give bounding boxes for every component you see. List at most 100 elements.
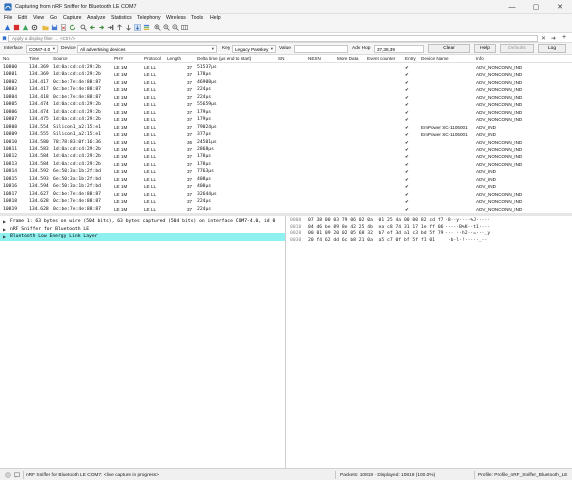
menu-wireless[interactable]: Wireless [166, 15, 186, 21]
hex-ascii[interactable]: ·b·l·!·····_·· [445, 238, 488, 243]
table-row[interactable]: 10806 134.474 1d:0a:cd:c4:29:2b LE 1M LE LL 3… [0, 108, 572, 117]
table-row[interactable]: 10807 134.475 1d:0a:cd:c4:29:2b LE 1M LE LL 3… [0, 116, 572, 124]
hex-ascii[interactable]: ·····B%K··t1···· [445, 225, 490, 230]
table-row[interactable]: 10811 134.583 1d:0a:cd:c4:29:2b LE 1M LE LL 3… [0, 145, 572, 154]
save-icon[interactable] [51, 24, 58, 31]
table-row[interactable]: 10810 134.580 78:78:83:0f:16:36 LE 1M LE LL 3… [0, 138, 572, 146]
column-header-no[interactable]: No. [3, 56, 10, 61]
column-header-info[interactable]: Info [476, 56, 484, 61]
menu-statistics[interactable]: Statistics [111, 15, 132, 21]
reload-icon[interactable] [69, 24, 76, 31]
zoom-normal-icon[interactable] [172, 24, 179, 31]
close-file-icon[interactable] [60, 24, 67, 31]
table-row[interactable]: 10814 134.592 6e:50:3a:1b:2f:bd LE 1M LE LL 3… [0, 168, 572, 176]
tree-item-nrf-sniffer[interactable]: ▶ nRF Sniffer for Bluetooth LE [0, 226, 285, 234]
help-button[interactable]: Help [474, 44, 496, 53]
value-input[interactable] [294, 45, 348, 53]
menu-capture[interactable]: Capture [63, 15, 81, 21]
display-filter-input[interactable] [8, 35, 538, 42]
column-header-more-data[interactable]: More Data [337, 56, 358, 61]
hex-bytes[interactable]: 07 38 00 03 79 06 02 0a 01 25 4a 00 00 8… [308, 218, 443, 223]
menu-help[interactable]: Help [210, 15, 221, 21]
clear-button[interactable]: Clear [428, 44, 470, 53]
column-header-event-counter[interactable]: Event counter [367, 56, 395, 61]
table-row[interactable]: 10803 134.417 0c:be:7e:4e:88:87 LE 1M LE LL 3… [0, 86, 572, 94]
column-header-entry[interactable]: Entry [405, 56, 416, 61]
capture-comment-icon[interactable] [14, 472, 20, 478]
options-gear-icon[interactable] [31, 24, 38, 31]
expert-info-icon[interactable] [5, 472, 11, 478]
close-button[interactable]: ✕ [548, 0, 572, 14]
table-row[interactable]: 10800 134.369 1d:0a:cd:c4:29:2b LE 1M LE LL 3… [0, 64, 572, 72]
column-header-source[interactable]: Source [53, 56, 68, 61]
table-row[interactable]: 10816 134.594 6e:50:3a:1b:2f:bd LE 1M LE LL 3… [0, 183, 572, 191]
hex-bytes[interactable]: 20 f4 62 dd 6c b8 21 0a a5 c7 0f bf 5f f… [308, 238, 435, 243]
table-row[interactable]: 10812 134.584 1d:0a:cd:c4:29:2b LE 1M LE LL 3… [0, 153, 572, 161]
go-last-icon[interactable] [125, 24, 132, 31]
log-button[interactable]: Log [538, 44, 566, 53]
menu-go[interactable]: Go [50, 15, 57, 21]
menu-analyze[interactable]: Analyze [87, 15, 105, 21]
find-icon[interactable] [80, 24, 87, 31]
hex-bytes[interactable]: 00 01 09 20 02 05 68 32 b7 ef 3d a1 c3 b… [308, 231, 443, 236]
interface-select[interactable]: COM7-4.0 ▾ [26, 45, 58, 53]
expand-arrow-icon[interactable]: ▶ [3, 219, 6, 224]
go-first-icon[interactable] [116, 24, 123, 31]
column-header-length[interactable]: Length [167, 56, 181, 61]
adv-hop-input[interactable]: 37,38,39 [374, 45, 424, 53]
colorize-icon[interactable] [143, 24, 150, 31]
expand-arrow-icon[interactable]: ▶ [3, 227, 6, 232]
hex-ascii[interactable]: ··· ··h2··=···_y [445, 231, 490, 236]
packet-details-pane[interactable]: ▶ Frame 1: 63 bytes on wire (504 bits), … [0, 216, 286, 468]
maximize-button[interactable]: ▢ [524, 0, 548, 14]
go-to-packet-icon[interactable] [107, 24, 114, 31]
table-row[interactable]: 10813 134.584 1d:0a:cd:c4:29:2b LE 1M LE LL 3… [0, 160, 572, 169]
key-select[interactable]: Legacy Passkey ▾ [232, 45, 276, 53]
defaults-button[interactable]: Defaults [500, 44, 534, 53]
packet-bytes-pane[interactable]: 0000 07 38 00 03 79 06 02 0a 01 25 4a 00… [287, 216, 572, 468]
table-row[interactable]: 10809 134.555 Silicon1_a2:15:e1 LE 1M LE LL 3… [0, 131, 572, 139]
filter-bookmark-icon[interactable] [2, 36, 7, 41]
go-back-icon[interactable] [89, 24, 96, 31]
column-header-device-name[interactable]: Device Name [421, 56, 449, 61]
column-header-sn[interactable]: SN [278, 56, 284, 61]
tree-item-frame[interactable]: ▶ Frame 1: 63 bytes on wire (504 bits), … [0, 218, 285, 226]
table-row[interactable]: 10801 134.369 1d:0a:cd:c4:29:2b LE 1M LE LL 3… [0, 71, 572, 79]
table-row[interactable]: 10808 134.554 Silicon1_a2:15:e1 LE 1M LE LL 3… [0, 123, 572, 131]
zoom-out-icon[interactable] [163, 24, 170, 31]
tree-item-btle-link-layer[interactable]: ▶ Bluetooth Low Energy Link Layer [0, 233, 285, 241]
menu-file[interactable]: File [4, 15, 12, 21]
table-row[interactable]: 10819 134.628 0c:be:7e:4e:88:87 LE 1M LE LL 3… [0, 205, 572, 213]
menu-edit[interactable]: Edit [18, 15, 27, 21]
go-forward-icon[interactable] [98, 24, 105, 31]
profile-status-text[interactable]: Profile: Profile_nRF_Sniffer_Bluetooth_L… [478, 473, 568, 478]
filter-clear-icon[interactable]: ✕ [541, 35, 546, 42]
restart-icon[interactable] [22, 24, 29, 31]
filter-add-button[interactable]: + [562, 34, 566, 41]
hex-ascii[interactable]: ·8··y····%J····· [445, 218, 490, 223]
minimize-button[interactable]: — [500, 0, 524, 14]
column-header-time[interactable]: Time [29, 56, 39, 61]
autoscroll-icon[interactable] [134, 24, 141, 31]
menu-view[interactable]: View [33, 15, 44, 21]
table-row[interactable]: 10802 134.417 0c:be:7e:4e:88:87 LE 1M LE LL 3… [0, 78, 572, 87]
column-header-phy[interactable]: PHY [114, 56, 123, 61]
table-row[interactable]: 10804 134.418 0c:be:7e:4e:88:87 LE 1M LE LL 3… [0, 93, 572, 102]
filter-apply-arrow-icon[interactable]: ➜ [551, 35, 556, 42]
menu-telephony[interactable]: Telephony [137, 15, 161, 21]
resize-columns-icon[interactable] [181, 24, 188, 31]
column-header-protocol[interactable]: Protocol [144, 56, 161, 61]
table-row[interactable]: 10815 134.593 6e:50:3a:1b:2f:bd LE 1M LE LL 3… [0, 175, 572, 184]
column-header-nesn[interactable]: NESN [308, 56, 321, 61]
expand-arrow-icon[interactable]: ▶ [3, 234, 6, 239]
column-header-delta[interactable]: Delta time (µs end to start) [197, 56, 251, 61]
zoom-in-icon[interactable] [154, 24, 161, 31]
shark-fin-start-icon[interactable] [4, 24, 11, 31]
device-select[interactable]: All advertising devices ▾ [77, 45, 217, 53]
hex-bytes[interactable]: 04 d6 be 89 8e 42 25 4b ea c8 74 31 17 1… [308, 225, 443, 230]
stop-icon[interactable] [13, 24, 20, 31]
open-folder-icon[interactable] [42, 24, 49, 31]
table-row[interactable]: 10805 134.474 1d:0a:cd:c4:29:2b LE 1M LE LL 3… [0, 101, 572, 109]
table-row[interactable]: 10818 134.628 0c:be:7e:4e:88:87 LE 1M LE LL 3… [0, 198, 572, 206]
packet-list[interactable]: No. Time Source PHY Protocol Length Delt… [0, 55, 572, 213]
